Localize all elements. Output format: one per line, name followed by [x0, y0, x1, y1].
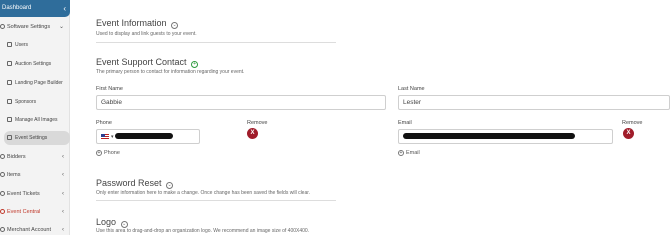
sidebar-item-users[interactable]: Users	[4, 38, 70, 52]
phone-label: Phone	[96, 120, 112, 126]
sponsors-icon	[7, 99, 12, 104]
bidders-icon	[0, 154, 5, 159]
support-contact-title: Event Support Contact	[96, 57, 187, 67]
event-settings-label: Event Settings	[15, 135, 48, 141]
auction-settings-label: Auction Settings	[15, 61, 52, 67]
sidebar-item-event-tickets[interactable]: Event Tickets ‹	[0, 189, 70, 199]
us-flag-icon	[101, 134, 109, 139]
ticket-icon	[0, 191, 5, 196]
manage-all-images-label: Manage All Images	[15, 117, 58, 123]
sidebar-item-dashboard[interactable]: Dashboard ‹	[0, 0, 70, 17]
bidders-label: Bidders	[7, 154, 26, 160]
country-dropdown-icon[interactable]: ▾	[111, 134, 114, 140]
chevron-left-icon: ‹	[62, 227, 64, 233]
merchant-account-label: Merchant Account	[7, 227, 52, 233]
sponsors-label: Sponsors	[15, 99, 37, 105]
items-label: Items	[7, 172, 21, 178]
sidebar-item-event-central[interactable]: Event Central ‹	[0, 207, 70, 217]
logo-title: Logo	[96, 217, 117, 227]
redacted-email	[403, 133, 575, 140]
chevron-left-icon: ‹	[62, 172, 64, 178]
divider	[96, 42, 336, 43]
sidebar-item-software-settings[interactable]: Software Settings ⌄	[0, 22, 70, 32]
first-name-field[interactable]: Gabbie	[96, 95, 386, 110]
email-remove-label: Remove	[622, 120, 643, 126]
sidebar-item-bidders[interactable]: Bidders ‹	[0, 152, 70, 162]
event-information-heading: Event Information ⌄	[96, 18, 179, 29]
add-email-label: Email	[406, 150, 420, 156]
items-icon	[0, 172, 5, 177]
redacted-phone	[115, 133, 174, 140]
chevron-down-circle-icon[interactable]: ⌄	[120, 221, 128, 228]
password-reset-title: Password Reset	[96, 178, 162, 188]
gavel-icon	[7, 61, 12, 66]
chevron-down-circle-icon[interactable]: ⌄	[166, 182, 174, 189]
gear-icon	[0, 24, 5, 29]
logo-subtitle: Use this area to drag-and-drop an organi…	[96, 228, 310, 234]
password-reset-heading: Password Reset ⌄	[96, 178, 174, 189]
add-email-link[interactable]: + Email	[398, 150, 420, 156]
sidebar-item-event-settings[interactable]: Event Settings	[4, 131, 70, 145]
support-contact-heading: Event Support Contact +	[96, 57, 199, 68]
users-label: Users	[15, 42, 29, 48]
chevron-left-icon: ‹	[63, 4, 66, 13]
phone-remove-label: Remove	[247, 120, 268, 126]
remove-email-button[interactable]: X	[623, 128, 634, 139]
page-icon	[7, 80, 12, 85]
event-information-subtitle: Used to display and link guests to your …	[96, 31, 197, 37]
event-tickets-label: Event Tickets	[7, 191, 40, 197]
software-settings-label: Software Settings	[7, 24, 51, 30]
event-information-title: Event Information	[96, 18, 167, 28]
sidebar-item-items[interactable]: Items ‹	[0, 170, 70, 180]
sidebar-item-auction-settings[interactable]: Auction Settings	[4, 57, 70, 71]
dashboard-label: Dashboard	[2, 5, 32, 11]
sidebar-item-merchant-account[interactable]: Merchant Account ‹	[0, 225, 70, 235]
last-name-label: Last Name	[398, 86, 425, 92]
remove-phone-button[interactable]: X	[247, 128, 258, 139]
event-central-label: Event Central	[7, 209, 41, 215]
chevron-left-icon: ‹	[62, 154, 64, 160]
settings-icon	[7, 135, 12, 140]
last-name-field[interactable]: Lester	[398, 95, 670, 110]
add-phone-link[interactable]: + Phone	[96, 150, 120, 156]
landing-page-builder-label: Landing Page Builder	[15, 80, 63, 86]
plus-circle-icon: +	[398, 150, 404, 156]
chevron-down-icon: ⌄	[58, 24, 64, 30]
users-icon	[7, 42, 12, 47]
chevron-left-icon: ‹	[62, 209, 64, 215]
sidebar-item-manage-all-images[interactable]: Manage All Images	[4, 113, 70, 127]
event-central-icon	[0, 209, 5, 214]
sidebar-item-landing-page-builder[interactable]: Landing Page Builder	[4, 76, 70, 90]
password-reset-subtitle: Only enter information here to make a ch…	[96, 190, 311, 196]
email-label: Email	[398, 120, 412, 126]
phone-field[interactable]: ▾	[96, 129, 200, 144]
add-circle-icon[interactable]: +	[191, 61, 199, 68]
bank-icon	[0, 227, 5, 232]
sidebar-item-sponsors[interactable]: Sponsors	[4, 95, 70, 109]
support-contact-subtitle: The primary person to contact for inform…	[96, 69, 245, 75]
sidebar: Dashboard ‹ Software Settings ⌄ Users Au…	[0, 0, 70, 235]
plus-circle-icon: +	[96, 150, 102, 156]
chevron-left-icon: ‹	[62, 191, 64, 197]
email-field[interactable]	[398, 129, 613, 144]
first-name-label: First Name	[96, 86, 123, 92]
add-phone-label: Phone	[104, 150, 120, 156]
logo-heading: Logo ⌄	[96, 217, 128, 228]
chevron-down-circle-icon[interactable]: ⌄	[171, 22, 179, 29]
images-icon	[7, 117, 12, 122]
divider	[96, 200, 336, 201]
main-content: Event Information ⌄ Used to display and …	[70, 0, 670, 235]
